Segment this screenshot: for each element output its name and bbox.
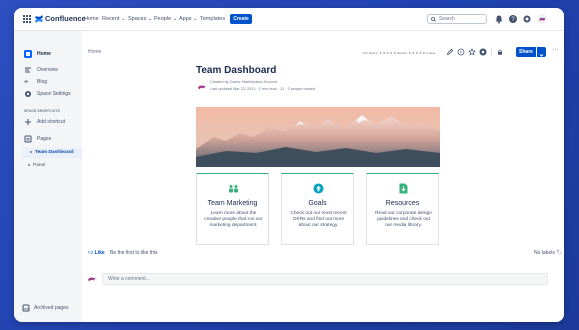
nav-people-label: People — [154, 16, 172, 22]
chevron-down-icon: ⌄ — [172, 16, 178, 22]
edit-pencil-icon[interactable] — [446, 48, 454, 56]
archived-pages-link[interactable]: Archived pages — [22, 304, 68, 314]
top-navigation: Confluence Home Recent ⌄ Spaces ⌄ People… — [14, 8, 564, 31]
more-actions-icon[interactable]: ··· — [552, 46, 559, 53]
sidebar-item-label: Blog — [37, 79, 48, 85]
page-last-updated: Last updated Mar 23, 2021 · 1 min read ·… — [210, 87, 316, 91]
nav-apps-label: Apps — [179, 16, 192, 22]
space-sidebar: Home Overview ” Blog Space Settings SPAC… — [14, 31, 82, 322]
comment-input[interactable]: Write a comment... — [102, 273, 548, 285]
notification-bell-icon[interactable] — [494, 14, 504, 24]
pages-icon — [24, 135, 32, 143]
author-avatar[interactable] — [198, 84, 206, 90]
plus-icon — [25, 119, 31, 125]
quote-icon: ” — [24, 79, 28, 86]
no-labels-text: No labels — [534, 250, 555, 256]
upload-icon — [313, 183, 324, 194]
sidebar-item-label: Pages — [37, 136, 52, 142]
chevron-down-icon: ⌄ — [120, 16, 126, 22]
nav-people[interactable]: People ⌄ — [154, 8, 177, 30]
share-button[interactable]: Share — [516, 47, 536, 57]
chevron-down-icon: ⌄ — [193, 16, 198, 22]
app-switcher-icon[interactable] — [23, 15, 31, 23]
page-title: Team Dashboard — [196, 65, 277, 76]
card-description: Read our corporate design guidelines and… — [375, 211, 432, 228]
bullet-icon — [28, 163, 30, 166]
page-tree-label: Panel — [33, 163, 46, 168]
watch-eye-icon[interactable] — [479, 48, 487, 56]
like-button[interactable]: Like — [95, 250, 105, 256]
gear-icon — [25, 91, 31, 97]
labels-area[interactable]: No labels 🏷︎ — [534, 250, 563, 256]
card-title: Team Marketing — [207, 200, 258, 207]
archived-pages-label: Archived pages — [34, 305, 69, 311]
page-author: Created by Caelor Marketplace Account — [210, 80, 278, 84]
confluence-logo-icon — [35, 15, 43, 23]
card-resources[interactable]: Resources Read our corporate design guid… — [366, 173, 439, 245]
search-input[interactable]: Search — [427, 14, 487, 24]
nav-spaces-label: Spaces — [128, 16, 147, 22]
nav-recent[interactable]: Recent ⌄ — [102, 8, 126, 30]
team-icon — [229, 185, 238, 193]
page-content: Home Your Rating: ★ ★ ★ ★ ★ Results: ★ ★… — [82, 31, 564, 322]
breadcrumb[interactable]: Home — [88, 49, 101, 55]
help-icon[interactable]: ? — [508, 14, 518, 24]
page-tree-item-team-dashboard[interactable]: Team Dashboard — [22, 148, 82, 158]
nav-templates[interactable]: Templates — [200, 8, 225, 30]
card-title: Resources — [385, 200, 420, 207]
page-tree-label: Team Dashboard — [35, 150, 74, 155]
star-icon[interactable] — [468, 48, 476, 56]
app-name[interactable]: Confluence — [45, 8, 86, 30]
search-icon — [431, 17, 436, 22]
chevron-down-icon: ⌄ — [147, 16, 153, 22]
overview-icon — [25, 67, 31, 73]
download-doc-icon — [399, 183, 408, 194]
card-title: Goals — [308, 200, 327, 207]
thumbs-up-icon[interactable]: 👍︎ — [88, 250, 93, 256]
add-shortcut-label: Add shortcut — [37, 119, 66, 125]
space-icon — [24, 50, 32, 58]
like-status: Be the first to like this — [110, 250, 158, 256]
nav-apps[interactable]: Apps ⌄ — [179, 8, 198, 30]
bullet-icon — [30, 150, 32, 153]
mountain-banner-image — [196, 107, 440, 167]
sidebar-item-label: Overview — [37, 67, 58, 73]
card-description: Learn more about the creative people tha… — [204, 211, 263, 228]
avatar[interactable] — [537, 14, 547, 24]
page-tree-item-panel[interactable]: Panel — [28, 162, 45, 170]
rating-bar[interactable]: Your Rating: ★ ★ ★ ★ ★ Results: ★ ★ ★ ★ … — [362, 51, 435, 55]
svg-text:”: ” — [24, 79, 28, 86]
sidebar-item-label: Space Settings — [37, 91, 71, 97]
create-button[interactable]: Create — [230, 14, 252, 24]
settings-gear-icon[interactable] — [522, 14, 532, 24]
chevron-down-icon — [539, 54, 544, 57]
lock-icon[interactable] — [496, 48, 504, 56]
card-goals[interactable]: Goals Check out our most recent OKRs and… — [281, 173, 354, 245]
share-dropdown-button[interactable] — [537, 47, 546, 57]
archive-icon — [22, 304, 30, 312]
card-team-marketing[interactable]: Team Marketing Learn more about the crea… — [196, 173, 269, 245]
card-description: Check out our most recent OKRs and find … — [290, 211, 347, 228]
browser-window: Confluence Home Recent ⌄ Spaces ⌄ People… — [14, 8, 564, 322]
avatar — [88, 277, 96, 282]
nav-home[interactable]: Home — [84, 8, 99, 30]
toolbar-divider — [491, 48, 492, 56]
tag-icon: 🏷︎ — [556, 250, 563, 256]
nav-recent-label: Recent — [102, 16, 120, 22]
comment-icon[interactable] — [457, 48, 465, 56]
space-shortcuts-heading: SPACE SHORTCUTS — [24, 109, 61, 113]
like-row: 👍︎ Like Be the first to like this — [88, 250, 158, 256]
search-placeholder: Search — [439, 16, 455, 22]
sidebar-item-label: Home — [37, 51, 51, 57]
nav-spaces[interactable]: Spaces ⌄ — [128, 8, 153, 30]
